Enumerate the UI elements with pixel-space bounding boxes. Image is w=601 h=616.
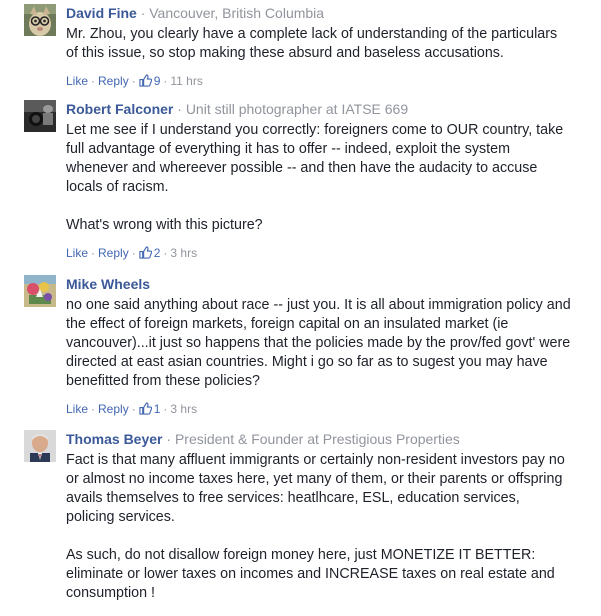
timestamp[interactable]: 3 hrs: [170, 402, 197, 416]
separator: ·: [91, 74, 96, 88]
comment-actions: Like · Reply · 9 · 11 hrs: [66, 73, 203, 89]
comment-text: Let me see if I understand you correctly…: [66, 121, 601, 235]
comment-line: Let me see if I understand you correctly…: [66, 122, 564, 138]
comment-line: policing services.: [66, 509, 175, 525]
separator: ·: [131, 74, 136, 88]
comment-line: vancouver)...it just so happens that the…: [66, 335, 571, 351]
comment-line: no one said anything about race -- just …: [66, 297, 571, 313]
comment-line: Fact is that many affluent immigrants or…: [66, 452, 565, 468]
comment-header: Robert Falconer · Unit still photographe…: [66, 100, 408, 118]
timestamp[interactable]: 3 hrs: [170, 246, 197, 260]
comment-line: As such, do not disallow foreign money h…: [66, 547, 536, 563]
comment-line: Mr. Zhou, you clearly have a complete la…: [66, 26, 558, 42]
author-meta: Vancouver, British Columbia: [149, 5, 325, 21]
comment-line: the effect of foreign markets, foreign c…: [66, 316, 509, 332]
paragraph-break: [66, 197, 601, 216]
comment-text: Fact is that many affluent immigrants or…: [66, 451, 601, 603]
comment-header: David Fine · Vancouver, British Columbia: [66, 4, 324, 22]
like-count[interactable]: 1: [139, 402, 160, 416]
comment-line: locals of racism.: [66, 179, 169, 195]
avatar[interactable]: [24, 100, 56, 132]
comment-line: What's wrong with this picture?: [66, 217, 263, 233]
reply-link[interactable]: Reply: [98, 246, 129, 260]
comment-actions: Like · Reply · 1 · 3 hrs: [66, 401, 197, 417]
separator: ·: [163, 402, 168, 416]
like-link[interactable]: Like: [66, 402, 88, 416]
comment-line: consumption !: [66, 585, 156, 601]
thumbs-up-icon: [139, 402, 152, 415]
author-name[interactable]: Robert Falconer: [66, 101, 173, 117]
comment-line: or almost no income taxes here, yet many…: [66, 471, 563, 487]
comment-line: avails themselves to free services: heat…: [66, 490, 520, 506]
separator: ·: [140, 5, 146, 21]
comment-line: whenever and whereever possible -- and t…: [66, 160, 538, 176]
comment-line: of this issue, so stop making these absu…: [66, 45, 504, 61]
separator: ·: [91, 246, 96, 260]
comment-line: eliminate or lower taxes on incomes and …: [66, 566, 555, 582]
separator: ·: [91, 402, 96, 416]
like-link[interactable]: Like: [66, 74, 88, 88]
thumbs-up-icon: [139, 74, 152, 87]
comment-text: Mr. Zhou, you clearly have a complete la…: [66, 25, 601, 63]
comment-actions: Like · Reply · 2 · 3 hrs: [66, 245, 197, 261]
comment-line: directed at east asian countries. Might …: [66, 354, 548, 370]
reply-link[interactable]: Reply: [98, 74, 129, 88]
author-meta: Unit still photographer at IATSE 669: [185, 101, 409, 117]
comment-line: benefitted from these policies?: [66, 373, 260, 389]
comment-header: Thomas Beyer · President & Founder at Pr…: [66, 430, 460, 448]
like-link[interactable]: Like: [66, 246, 88, 260]
author-name[interactable]: Mike Wheels: [66, 276, 150, 292]
timestamp[interactable]: 11 hrs: [170, 74, 202, 88]
separator: ·: [131, 246, 136, 260]
author-meta: President & Founder at Prestigious Prope…: [174, 431, 460, 447]
author-name[interactable]: David Fine: [66, 5, 137, 21]
separator: ·: [163, 74, 168, 88]
separator: ·: [131, 402, 136, 416]
thumbs-up-icon: [139, 246, 152, 259]
comment-header: Mike Wheels: [66, 275, 150, 293]
like-count[interactable]: 9: [139, 74, 160, 88]
comment-text: no one said anything about race -- just …: [66, 296, 601, 391]
separator: ·: [163, 246, 168, 260]
separator: ·: [177, 101, 182, 117]
comment-line: full advantage of everything it has to o…: [66, 141, 510, 157]
author-name[interactable]: Thomas Beyer: [66, 431, 162, 447]
avatar[interactable]: [24, 275, 56, 307]
separator: ·: [166, 431, 172, 447]
avatar[interactable]: [24, 4, 56, 36]
avatar[interactable]: [24, 430, 56, 462]
paragraph-break: [66, 527, 601, 546]
reply-link[interactable]: Reply: [98, 402, 129, 416]
like-count[interactable]: 2: [139, 246, 160, 260]
